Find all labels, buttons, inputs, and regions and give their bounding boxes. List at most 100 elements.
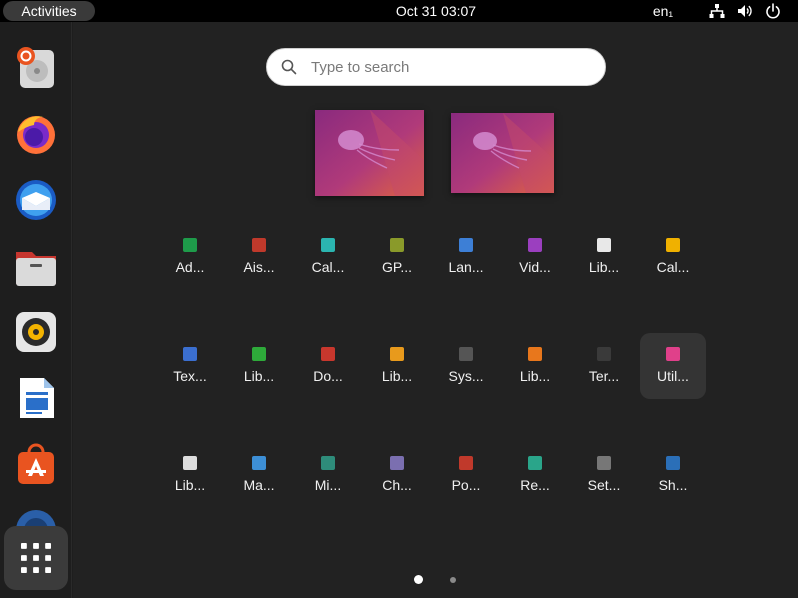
app-icon [528, 238, 542, 252]
app-icon [321, 456, 335, 470]
page-indicator-2[interactable] [450, 577, 456, 583]
app-label: Ter... [588, 368, 620, 384]
app-tile[interactable]: Tex... [157, 333, 223, 399]
app-icon [459, 347, 473, 361]
app-icon [390, 347, 404, 361]
volume-icon[interactable] [736, 2, 754, 20]
search-bar[interactable] [266, 48, 606, 86]
app-tile[interactable]: Ma... [226, 442, 292, 508]
app-icon [390, 456, 404, 470]
power-icon[interactable] [764, 2, 782, 20]
app-icon [666, 347, 680, 361]
ubuntu-installer-icon [17, 47, 54, 88]
dock-item-files[interactable] [6, 236, 66, 296]
app-tile[interactable]: Ais... [226, 224, 292, 290]
app-label: Po... [451, 477, 481, 493]
app-label: Sys... [448, 368, 484, 384]
app-label: Sh... [658, 477, 688, 493]
app-label: Vid... [519, 259, 551, 275]
app-icon [183, 456, 197, 470]
app-icon [183, 238, 197, 252]
activities-overview: Ad... Ais... Cal... GP... Lan... Vid... Lib...… [73, 22, 798, 598]
app-icon [528, 347, 542, 361]
app-label: Lib... [588, 259, 620, 275]
wallpaper-jellyfish-image [315, 110, 424, 196]
app-tile[interactable]: Cal... [295, 224, 361, 290]
software-icon [18, 443, 54, 484]
apps-grid-icon [21, 543, 51, 573]
app-label: Lib... [243, 368, 275, 384]
app-icon [390, 238, 404, 252]
app-label: Cal... [311, 259, 345, 275]
app-label: Lib... [519, 368, 551, 384]
app-label: Ais... [243, 259, 275, 275]
app-tile[interactable]: Ter... [571, 333, 637, 399]
dock-item-software[interactable] [6, 434, 66, 494]
app-tile[interactable]: Cal... [640, 224, 706, 290]
firefox-icon [17, 116, 55, 154]
app-label: Set... [587, 477, 621, 493]
app-tile[interactable]: Re... [502, 442, 568, 508]
app-icon [183, 347, 197, 361]
app-icon [597, 347, 611, 361]
dock [0, 22, 72, 598]
app-label: Mi... [314, 477, 342, 493]
app-icon [597, 456, 611, 470]
app-tile[interactable]: Ch... [364, 442, 430, 508]
dock-item-thunderbird[interactable] [6, 170, 66, 230]
app-label: Lib... [174, 477, 206, 493]
app-tile[interactable]: Util... [640, 333, 706, 399]
app-tile[interactable]: Vid... [502, 224, 568, 290]
app-icon [252, 456, 266, 470]
app-tile[interactable]: Mi... [295, 442, 361, 508]
search-input[interactable] [311, 58, 571, 76]
app-tile[interactable]: Sys... [433, 333, 499, 399]
app-tile[interactable]: Set... [571, 442, 637, 508]
app-label: Tex... [173, 368, 207, 384]
app-tile[interactable]: Sh... [640, 442, 706, 508]
app-tile[interactable]: Lan... [433, 224, 499, 290]
app-tile[interactable]: Ad... [157, 224, 223, 290]
app-icon [528, 456, 542, 470]
libreoffice-writer-icon [20, 378, 54, 418]
workspace-thumbnail-2[interactable] [451, 113, 554, 193]
app-tile[interactable]: Lib... [364, 333, 430, 399]
workspace-thumbnail-1[interactable] [315, 110, 424, 196]
app-label: Cal... [656, 259, 690, 275]
wallpaper-jellyfish-image [451, 113, 554, 193]
network-icon[interactable] [708, 2, 726, 20]
dock-item-rhythmbox[interactable] [6, 302, 66, 362]
app-tile[interactable]: GP... [364, 224, 430, 290]
app-label: GP... [381, 259, 413, 275]
app-icon [666, 456, 680, 470]
app-label: Do... [313, 368, 343, 384]
app-label: Lib... [381, 368, 413, 384]
search-icon [281, 59, 297, 75]
app-icon [597, 238, 611, 252]
keyboard-layout-indicator[interactable]: en₁ [648, 2, 678, 20]
app-tile[interactable]: Lib... [502, 333, 568, 399]
dock-item-installer[interactable] [6, 38, 66, 98]
activities-button[interactable]: Activities [3, 1, 95, 21]
app-tile[interactable]: Lib... [571, 224, 637, 290]
dock-item-writer[interactable] [6, 368, 66, 428]
app-label: Re... [520, 477, 550, 493]
app-tile[interactable]: Lib... [157, 442, 223, 508]
app-label: Lan... [448, 259, 484, 275]
app-tile[interactable]: Do... [295, 333, 361, 399]
app-label: Util... [657, 368, 689, 384]
app-tile[interactable]: Po... [433, 442, 499, 508]
app-icon [666, 238, 680, 252]
page-indicator-1[interactable] [414, 575, 423, 584]
clock[interactable]: Oct 31 03:07 [380, 0, 492, 22]
app-icon [252, 347, 266, 361]
app-tile[interactable]: Lib... [226, 333, 292, 399]
top-bar: Activities Oct 31 03:07 en₁ [0, 0, 798, 22]
app-label: Ma... [243, 477, 275, 493]
dock-item-firefox[interactable] [6, 104, 66, 164]
show-applications-button[interactable] [4, 526, 68, 590]
app-icon [252, 238, 266, 252]
app-label: Ch... [382, 477, 412, 493]
app-icon [459, 238, 473, 252]
app-icon [321, 347, 335, 361]
